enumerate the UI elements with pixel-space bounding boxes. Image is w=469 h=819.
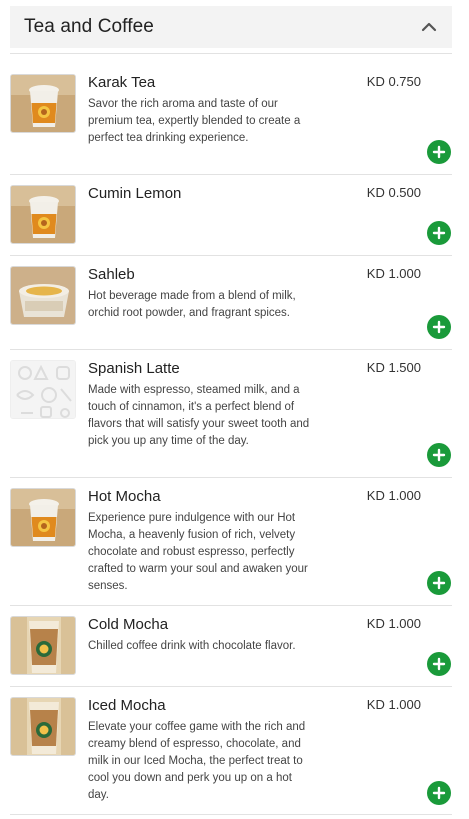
divider — [10, 814, 452, 815]
divider — [10, 174, 452, 175]
plus-icon — [432, 576, 446, 590]
item-price: KD 0.750 — [366, 74, 421, 89]
menu-item[interactable]: Sahleb Hot beverage made from a blend of… — [0, 266, 469, 350]
divider — [10, 53, 452, 54]
item-image — [10, 185, 76, 244]
add-to-cart-button[interactable] — [427, 443, 451, 467]
item-price: KD 1.000 — [366, 697, 421, 712]
plus-icon — [432, 145, 446, 159]
item-name[interactable]: Cumin Lemon — [88, 185, 181, 202]
item-price: KD 1.500 — [366, 360, 421, 375]
add-to-cart-button[interactable] — [427, 140, 451, 164]
add-to-cart-button[interactable] — [427, 221, 451, 245]
item-image — [10, 360, 76, 419]
divider — [10, 477, 452, 478]
item-description: Made with espresso, steamed milk, and a … — [88, 384, 310, 447]
item-image — [10, 74, 76, 133]
section-title: Tea and Coffee — [24, 16, 154, 37]
item-price: KD 0.500 — [366, 185, 421, 200]
divider — [10, 349, 452, 350]
item-image — [10, 488, 76, 547]
divider — [10, 255, 452, 256]
item-price: KD 1.000 — [366, 488, 421, 503]
item-name[interactable]: Karak Tea — [88, 74, 155, 91]
plus-icon — [432, 320, 446, 334]
plus-icon — [432, 657, 446, 671]
chevron-up-icon[interactable] — [420, 18, 438, 36]
item-name[interactable]: Sahleb — [88, 266, 135, 283]
add-to-cart-button[interactable] — [427, 571, 451, 595]
item-price: KD 1.000 — [366, 616, 421, 631]
menu-item[interactable]: Spanish Latte Made with espresso, steame… — [0, 360, 469, 477]
item-description: Elevate your coffee game with the rich a… — [88, 721, 306, 801]
item-image — [10, 697, 76, 756]
menu-item[interactable]: Iced Mocha Elevate your coffee game with… — [0, 697, 469, 814]
divider — [10, 605, 452, 606]
item-description: Experience pure indulgence with our Hot … — [88, 512, 308, 592]
item-name[interactable]: Spanish Latte — [88, 360, 180, 377]
menu-item[interactable]: Karak Tea Savor the rich aroma and taste… — [0, 74, 469, 174]
item-description: Chilled coffee drink with chocolate flav… — [88, 640, 296, 652]
item-name[interactable]: Iced Mocha — [88, 697, 166, 714]
item-description: Savor the rich aroma and taste of our pr… — [88, 98, 301, 144]
menu-item[interactable]: Cumin Lemon KD 0.500 — [0, 185, 469, 255]
add-to-cart-button[interactable] — [427, 781, 451, 805]
item-name[interactable]: Cold Mocha — [88, 616, 168, 633]
divider — [10, 686, 452, 687]
menu-item[interactable]: Cold Mocha Chilled coffee drink with cho… — [0, 616, 469, 686]
add-to-cart-button[interactable] — [427, 315, 451, 339]
section-header[interactable]: Tea and Coffee — [10, 6, 452, 48]
item-image — [10, 616, 76, 675]
menu-item[interactable]: Hot Mocha Experience pure indulgence wit… — [0, 488, 469, 605]
item-image — [10, 266, 76, 325]
plus-icon — [432, 226, 446, 240]
item-price: KD 1.000 — [366, 266, 421, 281]
item-name[interactable]: Hot Mocha — [88, 488, 161, 505]
plus-icon — [432, 448, 446, 462]
plus-icon — [432, 786, 446, 800]
add-to-cart-button[interactable] — [427, 652, 451, 676]
item-description: Hot beverage made from a blend of milk, … — [88, 290, 296, 319]
